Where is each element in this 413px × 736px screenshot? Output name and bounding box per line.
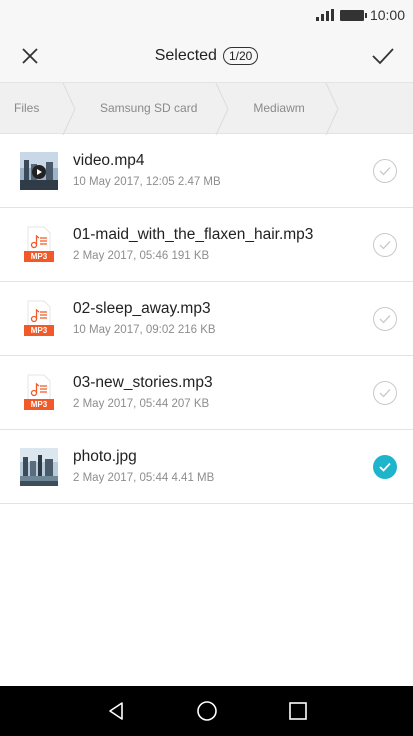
signal-icon bbox=[315, 9, 334, 21]
nav-recents-button[interactable] bbox=[278, 691, 318, 731]
file-meta: 2 May 2017, 05:44 207 KB bbox=[73, 398, 210, 410]
select-checkbox[interactable] bbox=[373, 233, 397, 257]
file-meta: 10 May 2017, 12:05 2.47 MB bbox=[73, 176, 221, 188]
file-name: photo.jpg bbox=[73, 448, 137, 465]
mp3-tag: MP3 bbox=[24, 251, 54, 262]
select-checkbox-checked[interactable] bbox=[373, 455, 397, 479]
video-thumbnail-icon bbox=[20, 152, 58, 190]
file-name: 01-maid_with_the_flaxen_hair.mp3 bbox=[73, 226, 314, 243]
breadcrumb-label: Files bbox=[14, 101, 40, 115]
checkmark-icon bbox=[379, 315, 391, 324]
breadcrumb: Files Samsung SD card Mediawm bbox=[0, 82, 413, 135]
status-time: 10:00 bbox=[369, 7, 405, 23]
list-item[interactable]: MP3 03-new_stories.mp3 2 May 2017, 05:44… bbox=[0, 356, 413, 430]
checkmark-icon bbox=[379, 462, 391, 472]
file-meta: 10 May 2017, 09:02 216 KB bbox=[73, 324, 216, 336]
checkmark-icon bbox=[379, 241, 391, 250]
confirm-button[interactable] bbox=[367, 40, 399, 72]
checkmark-icon bbox=[372, 48, 394, 65]
file-name: 02-sleep_away.mp3 bbox=[73, 300, 211, 317]
home-icon bbox=[196, 701, 217, 721]
select-checkbox[interactable] bbox=[373, 381, 397, 405]
list-item[interactable]: MP3 02-sleep_away.mp3 10 May 2017, 09:02… bbox=[0, 282, 413, 356]
list-item[interactable]: video.mp4 10 May 2017, 12:05 2.47 MB bbox=[0, 134, 413, 208]
select-checkbox[interactable] bbox=[373, 159, 397, 183]
file-name: 03-new_stories.mp3 bbox=[73, 374, 213, 391]
title-bar: Selected 1/20 bbox=[0, 30, 413, 82]
list-item[interactable]: photo.jpg 2 May 2017, 05:44 4.41 MB bbox=[0, 430, 413, 504]
file-list: video.mp4 10 May 2017, 12:05 2.47 MB MP3… bbox=[0, 134, 413, 504]
breadcrumb-item-sd-card[interactable]: Samsung SD card bbox=[70, 83, 229, 135]
close-button[interactable] bbox=[14, 40, 46, 72]
audio-file-icon: MP3 bbox=[20, 300, 58, 338]
file-name: video.mp4 bbox=[73, 152, 145, 169]
audio-file-icon: MP3 bbox=[20, 226, 58, 264]
file-meta: 2 May 2017, 05:44 4.41 MB bbox=[73, 472, 215, 484]
nav-home-button[interactable] bbox=[187, 691, 227, 731]
selection-count-badge: 1/20 bbox=[222, 47, 259, 65]
recents-icon bbox=[288, 702, 307, 720]
navigation-bar bbox=[0, 686, 413, 736]
page-title: Selected bbox=[154, 47, 217, 64]
mp3-tag: MP3 bbox=[24, 325, 54, 336]
list-item[interactable]: MP3 01-maid_with_the_flaxen_hair.mp3 2 M… bbox=[0, 208, 413, 282]
chevron-separator-icon bbox=[325, 83, 339, 135]
file-meta: 2 May 2017, 05:46 191 KB bbox=[73, 250, 210, 262]
breadcrumb-item-files[interactable]: Files bbox=[0, 83, 76, 135]
status-bar: 10:00 bbox=[0, 0, 413, 30]
checkmark-icon bbox=[379, 167, 391, 176]
status-icons: 10:00 bbox=[315, 7, 405, 23]
battery-icon bbox=[339, 9, 367, 21]
breadcrumb-label: Samsung SD card bbox=[100, 101, 198, 115]
title-group: Selected 1/20 bbox=[0, 30, 413, 82]
image-thumbnail-icon bbox=[20, 448, 58, 486]
audio-file-icon: MP3 bbox=[20, 374, 58, 412]
checkmark-icon bbox=[379, 389, 391, 398]
select-checkbox[interactable] bbox=[373, 307, 397, 331]
back-icon bbox=[108, 702, 123, 720]
breadcrumb-label: Mediawm bbox=[253, 101, 305, 115]
breadcrumb-item-mediawm[interactable]: Mediawm bbox=[223, 83, 339, 135]
mp3-tag: MP3 bbox=[24, 399, 54, 410]
nav-back-button[interactable] bbox=[96, 691, 136, 731]
close-icon bbox=[22, 48, 38, 64]
